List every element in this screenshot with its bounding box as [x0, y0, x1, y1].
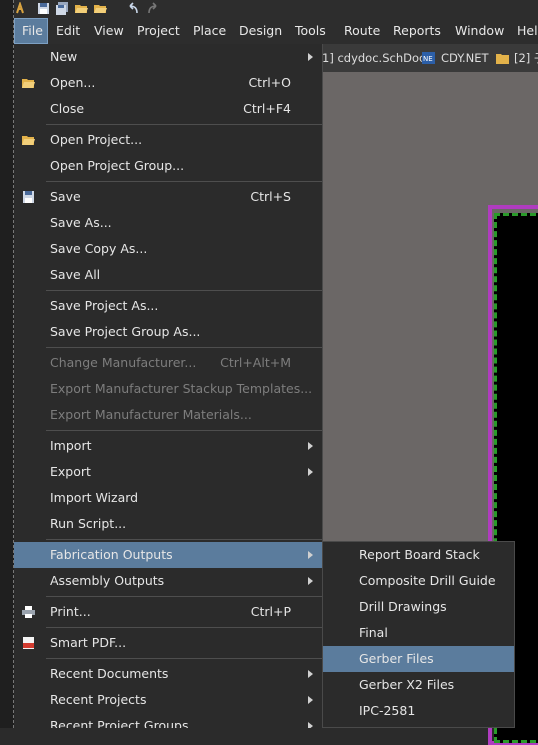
- undo-icon[interactable]: [126, 2, 139, 15]
- menu-item-recent-projects[interactable]: Recent Projects: [14, 687, 322, 713]
- folder-open-icon[interactable]: [94, 2, 107, 15]
- printer-icon: [22, 606, 35, 618]
- menu-separator: [46, 627, 322, 628]
- menu-item-change-manufacturer: Change Manufacturer... Ctrl+Alt+M: [50, 355, 291, 370]
- menu-item-save-project-group-as[interactable]: Save Project Group As...: [14, 319, 322, 345]
- folder-open-icon: [22, 79, 35, 88]
- submenu-arrow-icon: [308, 53, 313, 61]
- menu-item-open[interactable]: Open... Ctrl+O: [14, 70, 322, 96]
- document-tab-bar: 1] cdydoc.SchDoc NE CDY.NET [2] 子: [322, 44, 538, 72]
- app-logo-icon[interactable]: [14, 2, 27, 15]
- quick-access-toolbar: [14, 0, 538, 18]
- submenu-item-drill-drawings[interactable]: Drill Drawings: [323, 594, 514, 620]
- menu-item-new[interactable]: New: [14, 44, 322, 70]
- menu-help[interactable]: Hel: [517, 18, 538, 44]
- menu-separator: [46, 347, 322, 348]
- menu-item-recent-project-groups[interactable]: Recent Project Groups: [14, 713, 322, 728]
- svg-text:NE: NE: [423, 55, 433, 63]
- tab-schdoc[interactable]: 1] cdydoc.SchDoc: [322, 44, 425, 72]
- menu-edit[interactable]: Edit: [56, 18, 80, 44]
- tab-project[interactable]: [2] 子: [514, 44, 538, 72]
- submenu-item-final[interactable]: Final: [323, 620, 514, 646]
- menu-separator: [46, 290, 322, 291]
- submenu-arrow-icon: [308, 551, 313, 559]
- submenu-item-composite-drill-guide[interactable]: Composite Drill Guide: [323, 568, 514, 594]
- submenu-arrow-icon: [308, 468, 313, 476]
- menu-item-save-as[interactable]: Save As...: [14, 210, 322, 236]
- menu-separator: [46, 539, 322, 540]
- menu-bar: File Edit View Project Place Design Tool…: [14, 18, 538, 44]
- folder-open-icon[interactable]: [75, 2, 88, 15]
- menu-separator: [46, 658, 322, 659]
- menu-separator: [46, 430, 322, 431]
- file-menu-dropdown: New Open... Ctrl+O Close Ctrl+F4 Open Proj…: [14, 44, 323, 728]
- fabrication-outputs-submenu: Report Board Stack Composite Drill Guide…: [322, 541, 515, 728]
- menu-design[interactable]: Design: [239, 18, 282, 44]
- menu-item-fabrication-outputs[interactable]: Fabrication Outputs: [14, 542, 322, 568]
- menu-project[interactable]: Project: [137, 18, 180, 44]
- redo-icon[interactable]: [147, 2, 160, 15]
- menu-item-run-script[interactable]: Run Script...: [14, 511, 322, 537]
- menu-view[interactable]: View: [94, 18, 124, 44]
- submenu-arrow-icon: [308, 722, 313, 728]
- submenu-item-gerber-x2-files[interactable]: Gerber X2 Files: [323, 672, 514, 698]
- save-icon: [23, 191, 34, 203]
- menu-separator: [46, 124, 322, 125]
- pdf-icon: [23, 637, 34, 649]
- folder-icon: [496, 54, 509, 64]
- menu-item-smart-pdf[interactable]: Smart PDF...: [14, 630, 322, 656]
- menu-route[interactable]: Route: [344, 18, 380, 44]
- menu-item-export[interactable]: Export: [14, 459, 322, 485]
- menu-reports[interactable]: Reports: [393, 18, 441, 44]
- menu-item-save[interactable]: Save Ctrl+S: [14, 184, 322, 210]
- menu-item-save-copy-as[interactable]: Save Copy As...: [14, 236, 322, 262]
- menu-item-export-materials: Export Manufacturer Materials...: [50, 407, 252, 422]
- submenu-arrow-icon: [308, 442, 313, 450]
- menu-place[interactable]: Place: [193, 18, 226, 44]
- menu-item-save-project-as[interactable]: Save Project As...: [14, 293, 322, 319]
- menu-file[interactable]: File: [14, 18, 48, 44]
- menu-item-print[interactable]: Print... Ctrl+P: [14, 599, 322, 625]
- menu-item-assembly-outputs[interactable]: Assembly Outputs: [14, 568, 322, 594]
- submenu-item-ipc-2581[interactable]: IPC-2581: [323, 698, 514, 724]
- folder-open-icon: [22, 136, 35, 145]
- menu-item-save-all[interactable]: Save All: [14, 262, 322, 288]
- menu-item-export-stackup-templates: Export Manufacturer Stackup Templates...: [50, 381, 313, 396]
- submenu-arrow-icon: [308, 577, 313, 585]
- tab-cdy-net[interactable]: CDY.NET: [441, 44, 489, 72]
- menu-item-import[interactable]: Import: [14, 433, 322, 459]
- left-panel-strip: [0, 0, 14, 728]
- submenu-item-report-board-stack[interactable]: Report Board Stack: [323, 542, 514, 568]
- save-icon[interactable]: [37, 2, 50, 15]
- menu-separator: [46, 181, 322, 182]
- menu-item-open-project-group[interactable]: Open Project Group...: [14, 153, 322, 179]
- menu-separator: [46, 596, 322, 597]
- submenu-arrow-icon: [308, 670, 313, 678]
- submenu-arrow-icon: [308, 696, 313, 704]
- submenu-item-gerber-files[interactable]: Gerber Files: [323, 646, 514, 672]
- menu-item-import-wizard[interactable]: Import Wizard: [14, 485, 322, 511]
- menu-item-close[interactable]: Close Ctrl+F4: [14, 96, 322, 122]
- save-all-icon[interactable]: [56, 2, 69, 15]
- menu-item-open-project[interactable]: Open Project...: [14, 127, 322, 153]
- menu-tools[interactable]: Tools: [295, 18, 326, 44]
- menu-item-recent-documents[interactable]: Recent Documents: [14, 661, 322, 687]
- net-doc-icon: NE: [422, 52, 435, 64]
- menu-window[interactable]: Window: [455, 18, 504, 44]
